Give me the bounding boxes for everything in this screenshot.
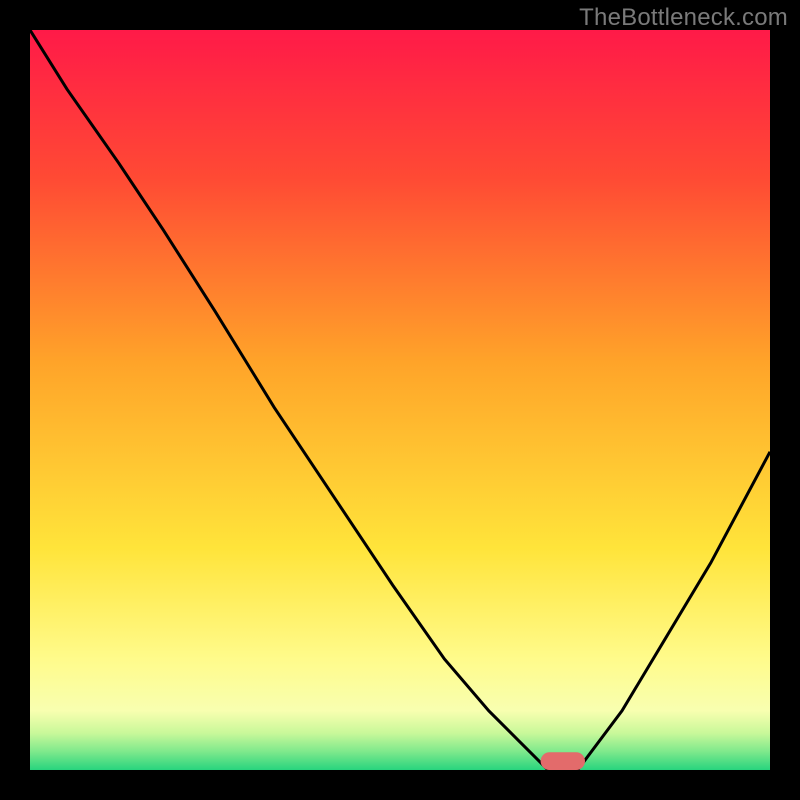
bottleneck-chart bbox=[30, 30, 770, 770]
plot-background bbox=[30, 30, 770, 770]
chart-frame: TheBottleneck.com bbox=[0, 0, 800, 800]
watermark-text: TheBottleneck.com bbox=[579, 4, 788, 32]
highlight-pill bbox=[541, 752, 585, 770]
